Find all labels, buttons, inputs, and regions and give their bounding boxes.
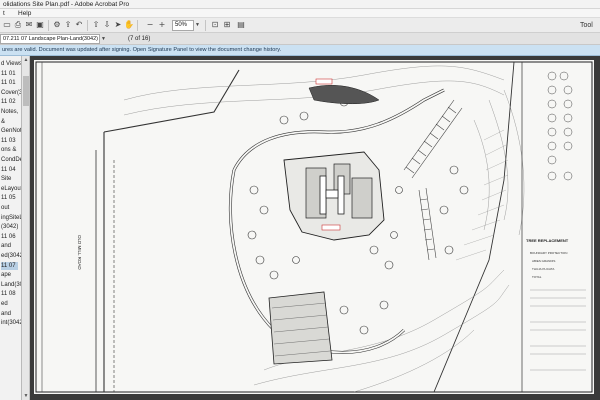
bookmark-item[interactable]: 11 08	[1, 290, 16, 298]
schedule-note: THUJA PLICATA	[532, 267, 554, 271]
comment-icon[interactable]: ▤	[236, 20, 246, 30]
open-icon[interactable]: ▭	[2, 20, 12, 30]
schedule-note: BOUNDARY PROTECTION	[530, 251, 567, 255]
site-plan-drawing: OLD MILL ROAD TREE REPLACEMENT BOUNDARY …	[35, 61, 593, 393]
page-navigation-bar: 07.211 07 Landscape Plan-Land(3042) ▼ (7…	[0, 33, 600, 45]
toolbar-separator	[48, 20, 49, 31]
bookmark-item[interactable]: 11 04	[1, 166, 16, 174]
scroll-up-icon[interactable]: ▲	[22, 56, 30, 64]
back-icon[interactable]: ↶	[74, 20, 84, 30]
bookmarks-scrollbar[interactable]: ▲ ▼	[22, 56, 30, 400]
print-icon[interactable]: ⎙	[13, 20, 23, 30]
toolbar-separator	[205, 20, 206, 31]
menu-bar: t Help	[0, 9, 600, 18]
bookmark-item[interactable]: and	[1, 242, 11, 250]
bookmark-item[interactable]: Cover(30	[1, 89, 21, 97]
bookmark-item[interactable]: 11 05	[1, 194, 16, 202]
zoom-input[interactable]: 50%	[172, 20, 194, 31]
bookmark-item[interactable]: int(3042)	[1, 319, 21, 327]
bookmark-item[interactable]: 11 02	[1, 98, 16, 106]
fit-page-icon[interactable]: ⊡	[210, 20, 220, 30]
fit-width-icon[interactable]: ⊞	[222, 20, 232, 30]
zoom-in-icon[interactable]: +	[157, 20, 167, 30]
signature-message: ures are valid. Document was updated aft…	[2, 47, 282, 53]
bookmark-item[interactable]: ape	[1, 271, 11, 279]
bookmark-item[interactable]: Site	[1, 175, 11, 183]
page-down-icon[interactable]: ⇩	[102, 20, 112, 30]
bookmark-item[interactable]: out	[1, 204, 9, 212]
hand-icon[interactable]: ✋	[124, 20, 134, 30]
bookmark-item[interactable]: 11 01	[1, 70, 16, 78]
toolbar-separator	[87, 20, 88, 31]
bookmark-item[interactable]: (3042)	[1, 223, 18, 231]
scrollbar-thumb[interactable]	[23, 76, 29, 106]
schedule-note: ABIES GRANDIS	[532, 259, 555, 263]
chevron-down-icon[interactable]: ▼	[195, 20, 202, 31]
tree-schedule-title: TREE REPLACEMENT	[526, 238, 569, 243]
bookmark-item[interactable]: 11 07	[1, 261, 18, 270]
bookmark-item[interactable]: ons &	[1, 146, 16, 154]
bookmark-item[interactable]: CondDe	[1, 156, 21, 164]
bookmark-item[interactable]: ed(3042)	[1, 252, 21, 260]
save-icon[interactable]: ▣	[35, 20, 45, 30]
bookmark-item[interactable]: 11 01	[1, 79, 16, 87]
settings-icon[interactable]: ⚙	[52, 20, 62, 30]
page-label-select[interactable]: 07.211 07 Landscape Plan-Land(3042)	[0, 34, 100, 44]
upload-icon[interactable]: ⇪	[63, 20, 73, 30]
bookmark-item[interactable]: and	[1, 310, 11, 318]
tools-pane-button[interactable]: Tool	[580, 18, 593, 33]
select-icon[interactable]: ➤	[113, 20, 123, 30]
scroll-down-icon[interactable]: ▼	[22, 392, 30, 400]
bookmark-item[interactable]: 11 03	[1, 137, 16, 145]
bookmark-item[interactable]: GenNot	[1, 127, 21, 135]
schedule-note: TOTAL	[532, 275, 542, 279]
bookmark-item[interactable]: ingSiteLa	[1, 214, 21, 222]
toolbar-separator	[137, 20, 138, 31]
bookmark-item[interactable]: ed	[1, 300, 8, 308]
document-viewport[interactable]: OLD MILL ROAD TREE REPLACEMENT BOUNDARY …	[30, 56, 600, 400]
chevron-down-icon[interactable]: ▼	[101, 34, 108, 44]
pdf-page[interactable]: OLD MILL ROAD TREE REPLACEMENT BOUNDARY …	[34, 60, 594, 394]
signature-message-bar: ures are valid. Document was updated aft…	[0, 45, 600, 56]
menu-item-edit[interactable]: t	[3, 9, 5, 18]
bookmark-item[interactable]: Land(3042)	[1, 281, 21, 289]
email-icon[interactable]: ✉	[24, 20, 34, 30]
bookmark-item[interactable]: &	[1, 118, 5, 126]
bookmark-item[interactable]: 11 06	[1, 233, 16, 241]
page-up-icon[interactable]: ⇧	[91, 20, 101, 30]
bookmarks-panel: d Views 11 0111 01 Cover(3011 02 Notes, &Gen…	[0, 56, 22, 400]
bookmark-item[interactable]: d Views	[1, 60, 21, 68]
bookmark-item[interactable]: Notes,	[1, 108, 18, 116]
window-title-bar: olidations Site Plan.pdf - Adobe Acrobat…	[0, 0, 600, 9]
window-title: olidations Site Plan.pdf - Adobe Acrobat…	[3, 1, 130, 8]
toolbar: ▭ ⎙ ✉ ▣ ⚙ ⇪ ↶ ⇧ ⇩ ➤ ✋ − + 50% ▼ ⊡ ⊞ ▤ To…	[0, 18, 600, 33]
bookmark-item[interactable]: eLayout(	[1, 185, 21, 193]
menu-item-help[interactable]: Help	[18, 9, 31, 18]
zoom-out-icon[interactable]: −	[145, 20, 155, 30]
page-count: (7 of 16)	[128, 36, 151, 42]
road-label: OLD MILL ROAD	[77, 235, 82, 270]
